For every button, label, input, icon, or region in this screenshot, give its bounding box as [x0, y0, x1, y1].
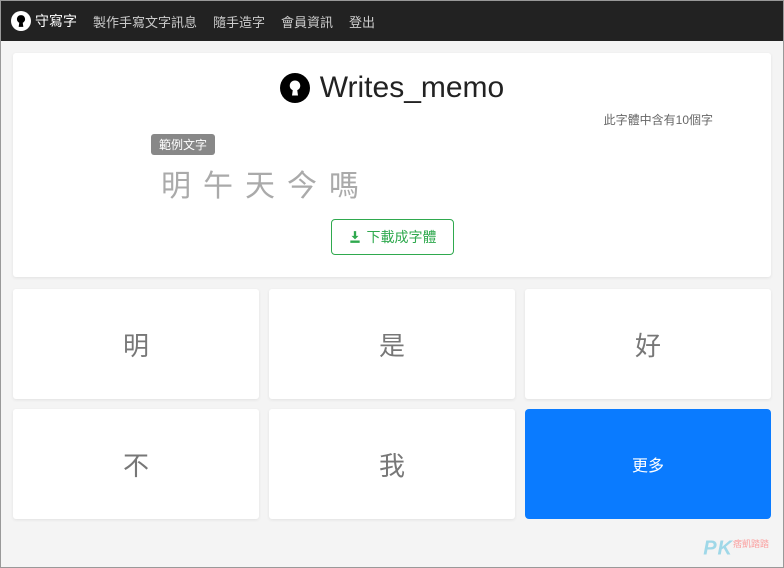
main-card: Writes_memo 此字體中含有10個字 範例文字 明午天今嗎 下載成字體 [13, 53, 771, 277]
download-label: 下載成字體 [367, 227, 437, 247]
char-card[interactable]: 明 [13, 289, 259, 399]
brand-logo[interactable]: 守寫字 [11, 11, 77, 31]
nav-link-logout[interactable]: 登出 [349, 12, 375, 31]
brand-text: 守寫字 [35, 11, 77, 31]
nav-link-draw[interactable]: 隨手造字 [213, 12, 265, 31]
title-row: Writes_memo [41, 71, 743, 105]
more-button[interactable]: 更多 [525, 409, 771, 519]
nav-link-create[interactable]: 製作手寫文字訊息 [93, 12, 197, 31]
download-icon [348, 230, 362, 244]
title-icon [280, 73, 310, 103]
page-content: Writes_memo 此字體中含有10個字 範例文字 明午天今嗎 下載成字體 … [1, 41, 783, 567]
char-card[interactable]: 是 [269, 289, 515, 399]
brand-icon [11, 11, 31, 31]
download-row: 下載成字體 [41, 219, 743, 255]
char-grid: 明 是 好 不 我 更多 [13, 289, 771, 519]
char-count-note: 此字體中含有10個字 [41, 111, 743, 128]
navbar: 守寫字 製作手寫文字訊息 隨手造字 會員資訊 登出 [1, 1, 783, 41]
sample-block: 範例文字 明午天今嗎 [41, 134, 743, 205]
sample-text: 明午天今嗎 [161, 161, 743, 205]
font-title: Writes_memo [320, 71, 504, 105]
char-card[interactable]: 好 [525, 289, 771, 399]
char-card[interactable]: 不 [13, 409, 259, 519]
download-button[interactable]: 下載成字體 [331, 219, 454, 255]
watermark-main: PK [703, 538, 733, 560]
sample-badge: 範例文字 [151, 134, 215, 155]
watermark-sub: 痞凱踏踏 [733, 539, 769, 549]
nav-link-member[interactable]: 會員資訊 [281, 12, 333, 31]
char-card[interactable]: 我 [269, 409, 515, 519]
watermark: PK痞凱踏踏 [703, 537, 769, 561]
